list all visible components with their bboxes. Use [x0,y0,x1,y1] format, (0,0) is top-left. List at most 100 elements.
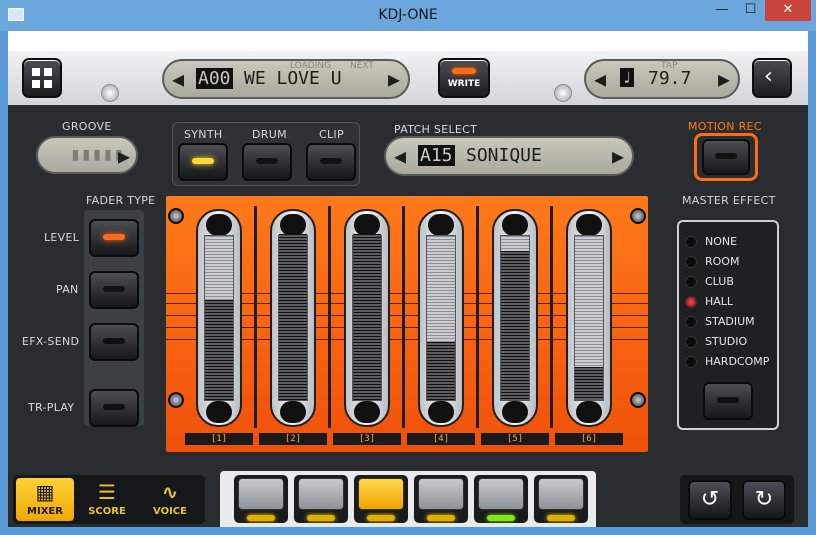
tempo-up-arrow[interactable]: ▶ [718,67,730,91]
fader-type-level-label: LEVEL [44,231,80,244]
fader-level-fill [353,234,381,400]
tab-drum-label: DRUM [252,128,287,141]
master-effect-label: MASTER EFFECT [682,194,776,207]
channel-fader[interactable] [566,209,612,427]
tab-synth[interactable] [178,143,228,181]
channel-fader[interactable] [492,209,538,427]
fader-level-fill [427,342,455,400]
maximize-button[interactable]: ☐ [737,0,764,21]
mode-voice-label: VOICE [153,506,187,517]
channel-label: [1] [185,433,253,445]
pad-led [367,515,395,521]
groove-bars: ▮▮▮▮▮ [70,144,125,165]
groove-next-arrow[interactable]: ▶ [118,144,130,168]
master-effect-option[interactable]: HARDCOMP [685,354,769,370]
patch-next-arrow[interactable]: ▶ [612,144,624,168]
tempo-down-arrow[interactable]: ◀ [594,67,606,91]
note-icon: ♩ [620,68,634,87]
mixer-fader-area: [1] [2] [3] [4] [5] [6] [166,196,648,452]
fader-type-efx-send-button[interactable] [89,323,139,361]
pad-led [247,515,275,521]
fader-type-tr-play-button[interactable] [89,389,139,427]
score-icon: ☰ [98,480,116,504]
mixer-icon: ▦ [35,480,55,504]
app-window: KDJ-ONE — ☐ ✕ ◀ LOADING NEXT A00 WE LOVE… [0,0,816,535]
write-label: WRITE [447,79,481,89]
pad-button[interactable] [354,475,408,523]
master-effect-option[interactable]: CLUB [685,274,734,290]
app-client: ◀ LOADING NEXT A00 WE LOVE U ▶ WRITE ◀ T… [8,31,808,527]
master-effect-option[interactable]: STADIUM [685,314,755,330]
master-effect-option[interactable]: ROOM [685,254,739,270]
song-index: A00 [196,68,233,89]
undo-redo-group: ↺ ↻ [680,475,794,524]
fader-type-tr-play-label: TR-PLAY [28,401,75,414]
fader-level-fill [279,234,307,400]
pad-led [547,515,575,521]
back-button[interactable]: ‹ [752,58,792,98]
song-next-arrow[interactable]: ▶ [388,67,400,91]
mode-voice[interactable]: ∿ VOICE [141,478,199,521]
fader-type-pan-label: PAN [56,283,79,296]
motion-rec-label: MOTION REC [688,120,762,133]
fader-level-fill [501,251,529,400]
radio-dot-icon [685,256,697,268]
pad-button[interactable] [534,475,588,523]
motion-rec-button[interactable] [694,133,758,181]
fader-type-efx-send-label: EFX-SEND [22,335,80,348]
song-display[interactable]: ◀ LOADING NEXT A00 WE LOVE U ▶ [162,59,410,99]
channel-fader[interactable] [196,209,242,427]
undo-button[interactable]: ↺ [688,480,732,520]
pad-led [427,515,455,521]
mode-score-label: SCORE [88,506,126,517]
bottom-bar: ▦ MIXER ☰ SCORE ∿ VOICE ↺ ↻ [8,471,808,527]
patch-display[interactable]: ◀ A15 SONIQUE ▶ [384,136,634,176]
grid-icon [32,68,52,88]
fader-type-pan-button[interactable] [89,271,139,309]
pad-button[interactable] [234,475,288,523]
patch-prev-arrow[interactable]: ◀ [394,144,406,168]
write-button[interactable]: WRITE [438,58,490,98]
top-bar: ◀ LOADING NEXT A00 WE LOVE U ▶ WRITE ◀ T… [8,31,808,105]
pad-button[interactable] [474,475,528,523]
pad-button[interactable] [294,475,348,523]
close-button[interactable]: ✕ [765,0,811,21]
channel-fader[interactable] [418,209,464,427]
pad-row [220,471,596,527]
patch-index: A15 [418,145,455,166]
voice-wave-icon: ∿ [161,480,179,504]
redo-button[interactable]: ↻ [742,480,786,520]
master-effect-option[interactable]: STUDIO [685,334,747,350]
channel-fader[interactable] [270,209,316,427]
fader-level-fill [575,367,603,400]
fader-type-level-button[interactable] [89,219,139,257]
master-effect-button[interactable] [703,382,753,420]
pad-led [487,515,515,521]
channel-fader[interactable] [344,209,390,427]
master-effect-option[interactable]: NONE [685,234,737,250]
undo-icon: ↺ [700,487,720,512]
tab-clip[interactable] [306,143,356,181]
radio-dot-icon [685,316,697,328]
menu-grid-button[interactable] [22,58,62,98]
minimize-button[interactable]: — [708,0,736,21]
groove-label: GROOVE [62,120,112,133]
radio-dot-icon [685,356,697,368]
mode-score[interactable]: ☰ SCORE [78,478,136,521]
radio-dot-icon [685,296,697,308]
pad-led [307,515,335,521]
groove-display[interactable]: ▮▮▮▮▮ ▶ [36,136,138,174]
synth-led [192,158,214,164]
window-title: KDJ-ONE [378,7,438,23]
mode-mixer[interactable]: ▦ MIXER [16,478,74,521]
tempo-display[interactable]: ◀ TAP ♩ 79.7 ▶ [584,59,740,99]
master-effect-option[interactable]: HALL [685,294,733,310]
tab-drum[interactable] [242,143,292,181]
bolt-icon [630,392,646,408]
channel-label: [2] [259,433,327,445]
patch-select-label: PATCH SELECT [394,123,478,136]
tab-synth-label: SYNTH [184,128,223,141]
pad-button[interactable] [414,475,468,523]
channel-label: [3] [333,433,401,445]
song-prev-arrow[interactable]: ◀ [172,67,184,91]
